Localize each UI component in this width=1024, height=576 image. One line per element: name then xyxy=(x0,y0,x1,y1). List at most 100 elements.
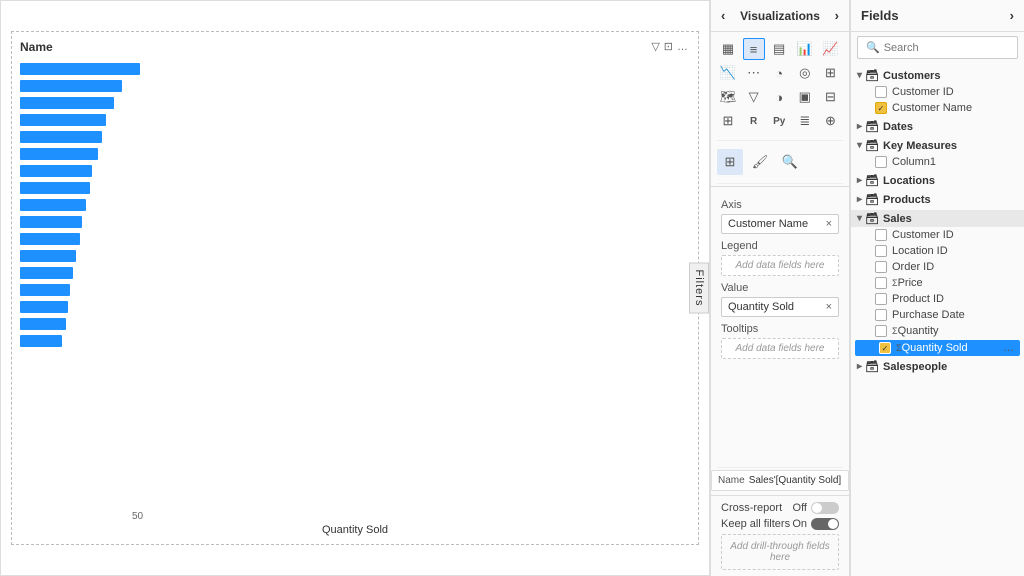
checkbox[interactable] xyxy=(875,261,887,273)
viz-analytics-icon[interactable]: 🔍 xyxy=(777,149,803,175)
cross-report-toggle[interactable] xyxy=(811,502,839,514)
viz-icon-table[interactable]: ⊟ xyxy=(819,86,841,108)
tree-item-label: Customer ID xyxy=(892,229,954,241)
viz-icon-treemap[interactable]: ⊞ xyxy=(819,62,841,84)
tree-item-location-id[interactable]: Location ID xyxy=(851,243,1024,259)
tree-item-customer-id[interactable]: Customer ID xyxy=(851,227,1024,243)
tree-group-customers: ▾🗃CustomersCustomer ID Customer Name xyxy=(851,67,1024,116)
bar-row xyxy=(20,164,690,178)
viz-icon-more[interactable]: ⊕ xyxy=(819,110,841,132)
tree-group-header-customers[interactable]: ▾🗃Customers xyxy=(851,67,1024,84)
tree-group-label: Dates xyxy=(883,121,913,133)
tree-group-header-locations[interactable]: ▸🗃Locations xyxy=(851,172,1024,189)
tree-group-dates: ▸🗃Dates xyxy=(851,118,1024,135)
search-icon: 🔍 xyxy=(866,41,880,54)
tree-item-column1[interactable]: Column1 xyxy=(851,154,1024,170)
drill-placeholder[interactable]: Add drill-through fields here xyxy=(721,534,839,570)
tree-group-header-products[interactable]: ▸🗃Products xyxy=(851,191,1024,208)
tree-item-quantity[interactable]: ΣQuantity xyxy=(851,323,1024,339)
bar-row xyxy=(20,96,690,110)
checkbox[interactable] xyxy=(875,245,887,257)
checkbox[interactable] xyxy=(875,277,887,289)
checkbox[interactable] xyxy=(875,309,887,321)
value-clear[interactable]: × xyxy=(826,301,832,313)
checkbox[interactable] xyxy=(875,102,887,114)
cross-report-row: Cross-report Off xyxy=(721,502,839,514)
viz-icon-gauge[interactable]: ◑ xyxy=(768,86,790,108)
viz-icon-pie[interactable]: ◔ xyxy=(768,62,790,84)
viz-fields-section: Axis Customer Name × Legend Add data fie… xyxy=(711,186,849,465)
tree-item-order-id[interactable]: Order ID xyxy=(851,259,1024,275)
tree-item-customer-name[interactable]: Customer Name xyxy=(851,100,1024,116)
viz-icon-stacked[interactable]: ▤ xyxy=(768,38,790,60)
tree-item-product-id[interactable]: Product ID xyxy=(851,291,1024,307)
tree-group-header-dates[interactable]: ▸🗃Dates xyxy=(851,118,1024,135)
tree-item-label: Product ID xyxy=(892,293,944,305)
viz-paint-icon[interactable]: 🖌 xyxy=(747,149,773,175)
bar-row xyxy=(20,232,690,246)
legend-placeholder[interactable]: Add data fields here xyxy=(721,255,839,276)
tree-item-label: Column1 xyxy=(892,156,936,168)
viz-icon-funnel[interactable]: ▽ xyxy=(743,86,765,108)
chevron-icon: ▸ xyxy=(857,175,862,186)
search-box[interactable]: 🔍 xyxy=(857,36,1018,59)
viz-icon-bar[interactable]: ▦ xyxy=(717,38,739,60)
focus-icon[interactable]: ⊡ xyxy=(664,40,673,53)
viz-icon-bar2[interactable]: 📊 xyxy=(794,38,816,60)
checkbox[interactable] xyxy=(875,325,887,337)
checkbox[interactable] xyxy=(875,156,887,168)
x-axis-label: Quantity Sold xyxy=(322,524,388,536)
tree-item-quantity-sold[interactable]: ΣQuantity Sold… xyxy=(855,340,1020,356)
viz-icon-hbar[interactable]: ≡ xyxy=(743,38,765,60)
viz-icon-R[interactable]: R xyxy=(743,110,765,132)
tree-item-price[interactable]: ΣPrice xyxy=(851,275,1024,291)
tree-group-header-key-measures[interactable]: ▾🗃Key Measures xyxy=(851,137,1024,154)
viz-icon-Py[interactable]: Py xyxy=(768,110,790,132)
tree-item-purchase-date[interactable]: Purchase Date xyxy=(851,307,1024,323)
viz-icon-donut[interactable]: ◎ xyxy=(794,62,816,84)
tree-group-header-sales[interactable]: ▾🗃Sales xyxy=(851,210,1024,227)
search-input[interactable] xyxy=(884,42,1009,54)
more-options-icon[interactable]: … xyxy=(1003,342,1014,354)
tree-item-customer-id[interactable]: Customer ID xyxy=(851,84,1024,100)
axis-clear[interactable]: × xyxy=(826,218,832,230)
filters-tab[interactable]: Filters xyxy=(689,263,709,314)
tree-group-header-salespeople[interactable]: ▸🗃Salespeople xyxy=(851,358,1024,375)
viz-icon-card[interactable]: ▣ xyxy=(794,86,816,108)
table-icon: 🗃 xyxy=(865,69,879,82)
viz-panel-arrow-right[interactable]: › xyxy=(835,8,839,23)
viz-icon-matrix[interactable]: ⊞ xyxy=(717,110,739,132)
filter-icon[interactable]: ▽ xyxy=(651,40,659,53)
table-icon: 🗃 xyxy=(865,360,879,373)
viz-icon-area[interactable]: 📉 xyxy=(717,62,739,84)
viz-panel-arrow-left[interactable]: ‹ xyxy=(721,8,725,23)
keep-filters-toggle[interactable] xyxy=(811,518,839,530)
tooltips-placeholder[interactable]: Add data fields here xyxy=(721,338,839,359)
fields-panel-title: Fields xyxy=(861,8,899,23)
viz-icon-map[interactable]: 🗺 xyxy=(717,86,739,108)
viz-format-icon[interactable]: ⊞ xyxy=(717,149,743,175)
viz-bottom-icons: ⊞ 🖌 🔍 xyxy=(711,143,849,181)
table-icon: 🗃 xyxy=(865,193,879,206)
x-axis-tick: 50 xyxy=(132,511,143,522)
checkbox[interactable] xyxy=(875,86,887,98)
filters-section: Cross-report Off Keep all filters On Add… xyxy=(711,495,849,576)
tree-group-key-measures: ▾🗃Key Measures Column1 xyxy=(851,137,1024,170)
chevron-icon: ▾ xyxy=(857,213,862,224)
tree-item-label: Customer Name xyxy=(892,102,972,114)
bar-row xyxy=(20,215,690,229)
viz-icon-line[interactable]: 📈 xyxy=(819,38,841,60)
table-icon: 🗃 xyxy=(865,174,879,187)
checkbox[interactable] xyxy=(875,293,887,305)
viz-icon-slicer[interactable]: ≣ xyxy=(794,110,816,132)
fields-panel-arrow[interactable]: › xyxy=(1010,8,1014,23)
tree-item-label: Quantity xyxy=(898,325,939,337)
tree-group-sales: ▾🗃Sales Customer ID Location ID Order IDΣPr… xyxy=(851,210,1024,356)
checkbox[interactable] xyxy=(879,342,891,354)
viz-icons-grid: ▦ ≡ ▤ 📊 📈 📉 ⋯ ◔ ◎ ⊞ 🗺 ▽ ◑ ▣ ⊟ ⊞ R Py ≣ ⊕ xyxy=(711,32,849,138)
tree-item-label: Location ID xyxy=(892,245,948,257)
tree-item-label: Purchase Date xyxy=(892,309,965,321)
checkbox[interactable] xyxy=(875,229,887,241)
more-icon[interactable]: … xyxy=(677,41,688,53)
viz-icon-scatter[interactable]: ⋯ xyxy=(743,62,765,84)
